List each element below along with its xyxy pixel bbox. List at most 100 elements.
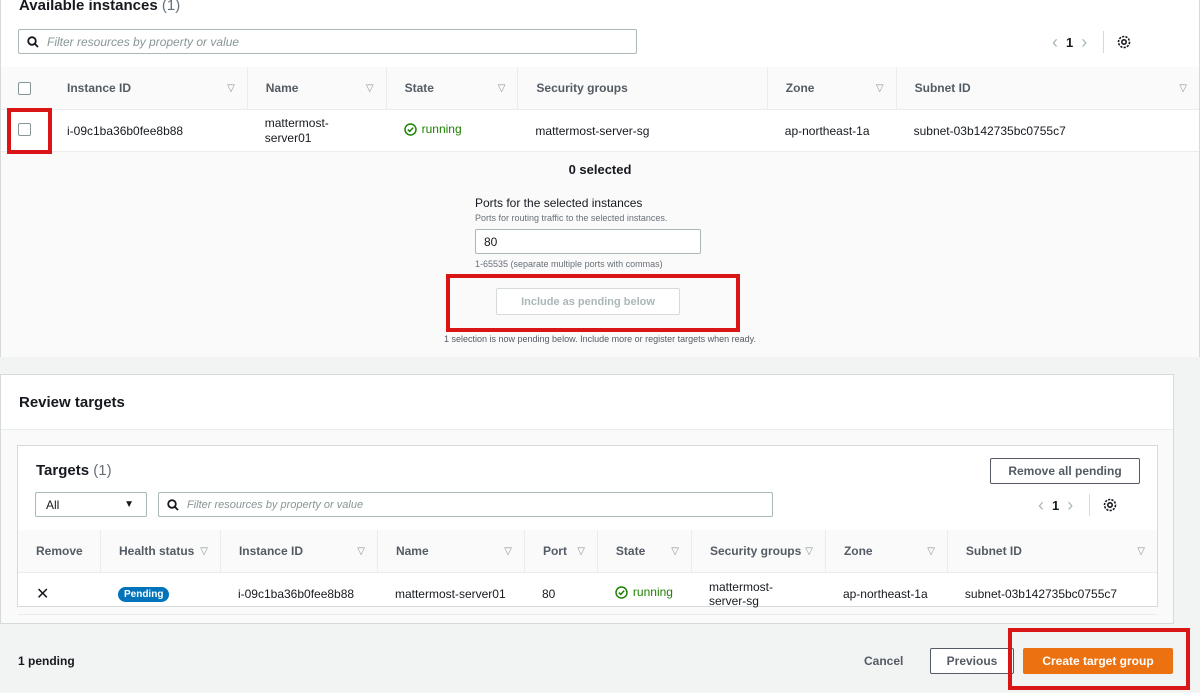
state-cell: running bbox=[596, 572, 691, 615]
targets-table: Remove Health status ▽ Instance ID ▽ Name ▽… bbox=[18, 530, 1157, 615]
column-label: Subnet ID bbox=[965, 544, 1022, 558]
sort-icon[interactable]: ▽ bbox=[200, 546, 208, 557]
column-header-state[interactable]: State ▽ bbox=[385, 67, 518, 110]
subnet-cell: subnet-03b142735bc0755c7 bbox=[946, 572, 1157, 615]
sort-icon[interactable]: ▽ bbox=[1179, 83, 1187, 94]
column-label: Security groups bbox=[709, 544, 802, 558]
pending-count: 1 pending bbox=[18, 654, 75, 668]
targets-count: (1) bbox=[93, 462, 112, 479]
column-header-health[interactable]: Health status ▽ bbox=[99, 530, 220, 573]
available-instances-panel: Available instances (1) ‹ 1 › Instance I… bbox=[0, 0, 1200, 357]
close-icon[interactable]: ✕ bbox=[36, 586, 49, 603]
remove-all-pending-button[interactable]: Remove all pending bbox=[990, 458, 1140, 484]
row-checkbox[interactable] bbox=[18, 122, 31, 136]
sort-icon[interactable]: ▽ bbox=[504, 546, 512, 557]
column-label: Port bbox=[542, 544, 567, 558]
include-as-pending-button[interactable]: Include as pending below bbox=[496, 288, 680, 315]
ports-label: Ports for the selected instances bbox=[475, 196, 643, 210]
sort-icon[interactable]: ▽ bbox=[876, 83, 884, 94]
column-header-instance-id[interactable]: Instance ID ▽ bbox=[219, 530, 377, 573]
column-label: Instance ID bbox=[238, 544, 303, 558]
table-row[interactable]: i-09c1ba36b0fee8b88 mattermost-server01 … bbox=[1, 109, 1199, 152]
selected-count: 0 selected bbox=[568, 162, 632, 177]
chevron-left-icon[interactable]: ‹ bbox=[1030, 495, 1052, 516]
column-header-zone[interactable]: Zone ▽ bbox=[766, 67, 896, 110]
column-header-security-groups[interactable]: Security groups bbox=[517, 67, 767, 110]
name-cell: mattermost-server01 bbox=[376, 572, 524, 615]
column-label: Name bbox=[395, 544, 429, 558]
check-circle-icon bbox=[615, 586, 628, 599]
column-label: Subnet ID bbox=[914, 81, 971, 95]
name-line: server01 bbox=[264, 130, 312, 145]
gear-icon[interactable] bbox=[1116, 34, 1132, 50]
check-circle-icon bbox=[403, 123, 417, 136]
sort-icon[interactable]: ▽ bbox=[498, 83, 506, 94]
select-all-header bbox=[1, 67, 49, 110]
zone-cell: ap-northeast-1a bbox=[824, 572, 947, 615]
filter-select[interactable]: All ▼ bbox=[35, 492, 147, 517]
chevron-left-icon[interactable]: ‹ bbox=[1044, 32, 1066, 53]
review-title: Review targets bbox=[19, 394, 125, 411]
zone-cell: ap-northeast-1a bbox=[766, 109, 896, 152]
ports-description: Ports for routing traffic to the selecte… bbox=[475, 213, 668, 223]
column-header-name[interactable]: Name ▽ bbox=[376, 530, 524, 573]
instances-search-input[interactable] bbox=[45, 33, 605, 50]
instance-id-cell: i-09c1ba36b0fee8b88 bbox=[49, 109, 247, 152]
review-targets-panel: Review targets Targets (1) Remove all pe… bbox=[0, 374, 1174, 624]
sort-icon[interactable]: ▽ bbox=[227, 83, 235, 94]
remove-cell: ✕ bbox=[18, 572, 100, 615]
column-label: Name bbox=[265, 81, 299, 95]
sort-icon[interactable]: ▽ bbox=[577, 546, 585, 557]
gear-icon[interactable] bbox=[1102, 497, 1118, 513]
select-all-checkbox[interactable] bbox=[18, 81, 31, 95]
table-header-row: Instance ID ▽ Name ▽ State ▽ Security group… bbox=[1, 67, 1199, 110]
security-group-cell: mattermost-server-sg bbox=[690, 572, 825, 615]
column-header-port[interactable]: Port ▽ bbox=[523, 530, 597, 573]
name-line: mattermost- bbox=[264, 115, 329, 130]
sort-icon[interactable]: ▽ bbox=[366, 83, 374, 94]
column-label: State bbox=[615, 544, 646, 558]
divider bbox=[1089, 494, 1091, 516]
sort-icon[interactable]: ▽ bbox=[1137, 546, 1145, 557]
previous-button[interactable]: Previous bbox=[930, 648, 1014, 674]
page-number[interactable]: 1 bbox=[1066, 35, 1073, 50]
column-header-remove: Remove bbox=[18, 530, 100, 573]
instance-id-cell: i-09c1ba36b0fee8b88 bbox=[219, 572, 377, 615]
review-header: Review targets bbox=[1, 375, 1173, 430]
sort-icon[interactable]: ▽ bbox=[357, 546, 365, 557]
divider bbox=[1103, 31, 1105, 53]
state-running: running bbox=[615, 585, 673, 599]
targets-pager: ‹ 1 › bbox=[1030, 494, 1118, 516]
subnet-cell: subnet-03b142735bc0755c7 bbox=[895, 109, 1199, 152]
column-header-subnet-id[interactable]: Subnet ID ▽ bbox=[895, 67, 1199, 110]
column-label: Remove bbox=[36, 544, 83, 558]
status-badge: Pending bbox=[117, 586, 170, 602]
column-label: Security groups bbox=[536, 81, 628, 95]
targets-search-input[interactable] bbox=[185, 497, 745, 512]
state-running: running bbox=[403, 122, 462, 136]
chevron-right-icon[interactable]: › bbox=[1059, 495, 1081, 516]
column-header-state[interactable]: State ▽ bbox=[596, 530, 691, 573]
column-header-security-groups[interactable]: Security groups ▽ bbox=[690, 530, 825, 573]
column-header-subnet-id[interactable]: Subnet ID ▽ bbox=[946, 530, 1157, 573]
available-instances-title: Available instances (1) bbox=[19, 0, 180, 14]
column-header-instance-id[interactable]: Instance ID ▽ bbox=[49, 67, 247, 110]
sort-icon[interactable]: ▽ bbox=[671, 546, 679, 557]
column-label: Zone bbox=[843, 544, 873, 558]
instances-search[interactable] bbox=[18, 29, 637, 54]
page-number[interactable]: 1 bbox=[1052, 498, 1059, 513]
targets-container: Targets (1) Remove all pending All ▼ ‹ 1… bbox=[17, 445, 1158, 615]
sort-icon[interactable]: ▽ bbox=[927, 546, 935, 557]
filter-select-value: All bbox=[46, 497, 60, 512]
column-header-zone[interactable]: Zone ▽ bbox=[824, 530, 947, 573]
caret-down-icon: ▼ bbox=[124, 499, 134, 510]
column-header-name[interactable]: Name ▽ bbox=[246, 67, 386, 110]
targets-search[interactable] bbox=[158, 492, 773, 517]
create-target-group-button[interactable]: Create target group bbox=[1023, 648, 1173, 674]
chevron-right-icon[interactable]: › bbox=[1073, 32, 1095, 53]
cancel-button[interactable]: Cancel bbox=[864, 654, 903, 668]
sort-icon[interactable]: ▽ bbox=[805, 546, 813, 557]
pending-note: 1 selection is now pending below. Includ… bbox=[443, 334, 756, 344]
ports-input[interactable] bbox=[475, 229, 701, 254]
column-label: Health status bbox=[118, 544, 195, 558]
